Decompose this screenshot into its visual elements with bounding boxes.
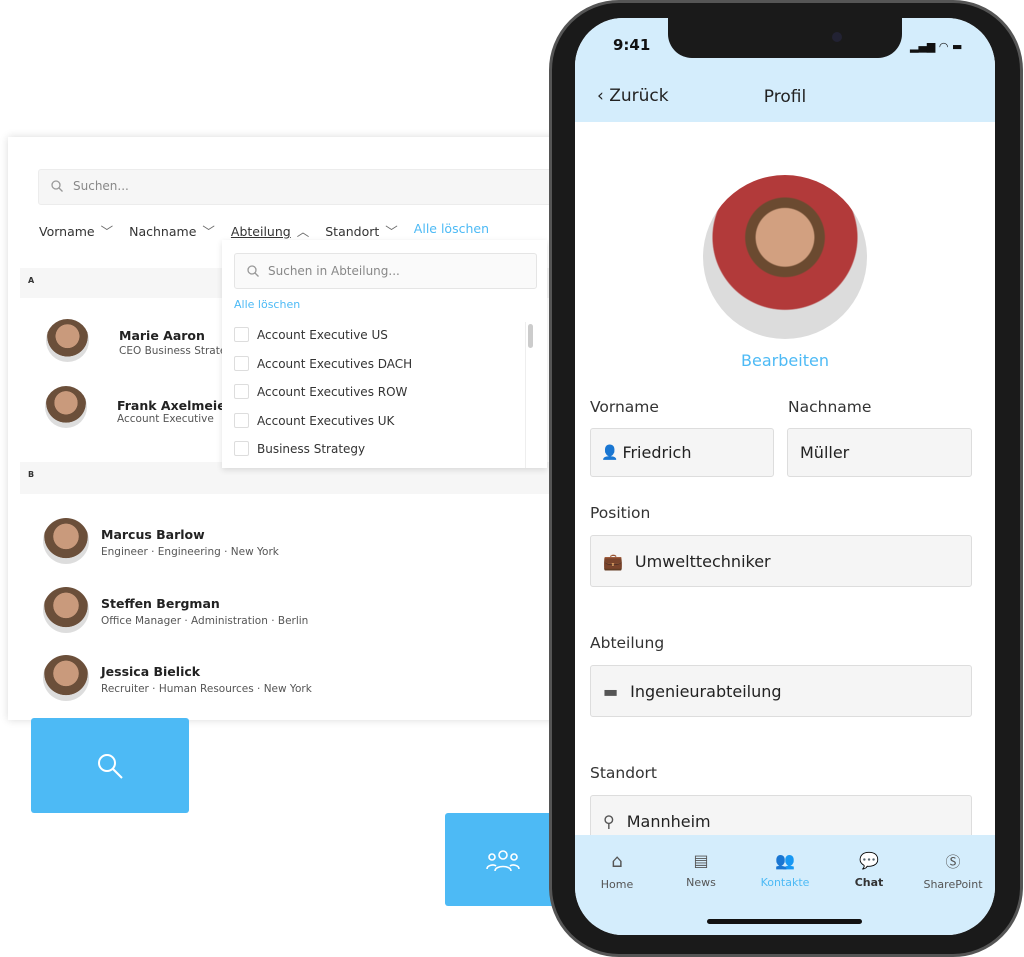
option-checkbox[interactable]: Account Executives DACH <box>234 356 412 371</box>
option-checkbox[interactable]: Account Executive US <box>234 327 388 342</box>
option-checkbox[interactable]: Account Executives ROW <box>234 384 407 399</box>
search-placeholder: Suchen... <box>73 179 129 193</box>
status-time: 9:41 <box>613 36 651 54</box>
filter-standort[interactable]: Standort ﹀ <box>325 221 398 240</box>
search-input[interactable]: Suchen... <box>38 169 568 205</box>
list-item[interactable]: Marie Aaron CEO Business Strate <box>119 328 226 357</box>
department-icon: ▬ <box>603 681 619 701</box>
news-icon: ▤ <box>693 851 709 870</box>
chevron-down-icon: ﹀ <box>100 224 114 239</box>
filter-abteilung[interactable]: Abteilung ︿ <box>231 221 309 240</box>
clear-all-link[interactable]: Alle löschen <box>414 221 489 240</box>
phone-notch <box>668 18 902 58</box>
chevron-down-icon: ﹀ <box>202 224 215 239</box>
sharepoint-icon: Ⓢ <box>945 853 961 871</box>
vorname-field[interactable]: 👤 Friedrich <box>590 428 774 477</box>
chevron-up-icon: ︿ <box>296 224 310 239</box>
phone-screen: 9:41 ▂▄▆ ◠ ▬ ‹ Zurück Profil Bearbeiten … <box>575 18 995 935</box>
chat-icon: 💬 <box>859 851 879 870</box>
contacts-icon: 👥 <box>775 851 795 870</box>
tab-home[interactable]: ⌂ Home <box>575 851 659 935</box>
location-pin-icon: ⚲ <box>603 811 615 831</box>
nachname-label: Nachname <box>788 398 872 416</box>
profile-avatar <box>703 175 867 339</box>
filter-vorname[interactable]: Vorname ﹀ <box>39 221 113 240</box>
option-checkbox[interactable]: Business Strategy <box>234 441 365 456</box>
search-icon <box>51 180 63 195</box>
avatar <box>43 655 89 701</box>
page-title: Profil <box>763 87 807 107</box>
person-icon: 👤 <box>601 444 619 461</box>
nachname-field[interactable]: Müller <box>787 428 972 477</box>
tab-sharepoint[interactable]: Ⓢ SharePoint <box>911 851 995 935</box>
search-icon <box>98 753 123 779</box>
list-item[interactable]: Marcus Barlow Engineer · Engineering · Ne… <box>101 527 279 558</box>
list-item[interactable]: Jessica Bielick Recruiter · Human Resourc… <box>101 664 312 695</box>
abteilung-field[interactable]: ▬ Ingenieurabteilung <box>590 665 972 717</box>
chevron-down-icon: ﹀ <box>385 224 398 239</box>
users-icon <box>485 849 520 871</box>
option-checkbox[interactable]: Account Executives UK <box>234 413 394 428</box>
dropdown-search-input[interactable]: Suchen in Abteilung... <box>234 253 537 289</box>
edit-link[interactable]: Bearbeiten <box>575 351 995 370</box>
filter-bar: Vorname ﹀ Nachname ﹀ Abteilung ︿ Standort ﹀ … <box>39 221 489 240</box>
scrollbar[interactable] <box>525 322 535 468</box>
position-label: Position <box>590 504 651 522</box>
camera-icon <box>832 32 842 42</box>
home-icon: ⌂ <box>611 851 623 872</box>
vorname-label: Vorname <box>590 398 659 416</box>
avatar <box>45 386 87 428</box>
avatar <box>46 319 89 362</box>
list-item[interactable]: Steffen Bergman Office Manager · Administ… <box>101 596 308 627</box>
briefcase-icon: 💼 <box>603 551 623 571</box>
avatar <box>43 587 89 633</box>
standort-label: Standort <box>590 764 658 782</box>
filter-nachname[interactable]: Nachname ﹀ <box>129 221 215 240</box>
home-indicator <box>707 919 862 924</box>
avatar <box>43 518 89 564</box>
dropdown-clear-all[interactable]: Alle löschen <box>234 298 300 311</box>
contacts-button[interactable] <box>445 813 560 906</box>
list-item[interactable]: Frank Axelmeier Account Executive <box>117 398 232 425</box>
tab-bar: ⌂ Home ▤ News 👥 Kontakte 💬 Chat Ⓢ SharePoint <box>575 835 995 935</box>
abteilung-label: Abteilung <box>590 634 665 652</box>
position-field[interactable]: 💼 Umwelttechniker <box>590 535 972 587</box>
search-icon <box>247 265 259 280</box>
abteilung-dropdown: Suchen in Abteilung... Alle löschen Acco… <box>222 240 547 468</box>
search-button[interactable] <box>31 718 189 813</box>
status-icons: ▂▄▆ ◠ ▬ <box>910 40 963 53</box>
